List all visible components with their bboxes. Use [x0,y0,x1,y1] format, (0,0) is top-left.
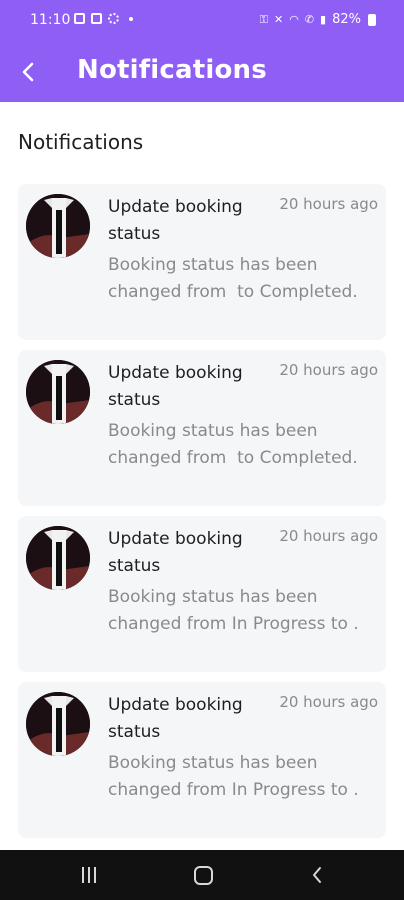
avatar-image [26,526,90,590]
avatar-image [26,194,90,258]
user-avatar [26,194,90,258]
mute-icon: ✕ [273,13,284,26]
page-title: Notifications [77,55,267,85]
call-icon: ✆ [304,13,315,26]
notification-time: 20 hours ago [279,693,378,711]
settings-icon [108,13,119,24]
notification-card[interactable]: Update booking status 20 hours ago Booki… [18,682,386,838]
notification-time: 20 hours ago [279,527,378,545]
status-notification-icons [74,13,133,24]
notification-card[interactable]: Update booking status 20 hours ago Booki… [18,184,386,340]
avatar-image [26,360,90,424]
notification-body: Booking status has been changed from to … [108,421,358,468]
status-time: 11:10 [30,12,71,28]
more-dot-icon [129,16,133,21]
gallery-icon [74,13,85,24]
notification-title: Update booking status [108,529,243,576]
user-avatar [26,692,90,756]
notification-title: Update booking status [108,197,243,244]
avatar-image [26,692,90,756]
wifi-icon: ◠ [289,13,299,26]
app-icon [91,13,102,24]
signal-icon: ▮ [320,13,327,26]
status-bar: 11:10 ⚿ ✕ ◠ ✆ ▮ 82% [0,0,404,42]
user-avatar [26,526,90,590]
notification-body: Booking status has been changed from In … [108,753,359,800]
notification-body: Booking status has been changed from to … [108,255,358,302]
back-arrow-icon [22,62,34,82]
notification-card[interactable]: Update booking status 20 hours ago Booki… [18,516,386,672]
recents-icon[interactable] [82,867,96,883]
battery-icon [368,13,376,26]
status-right-group: ⚿ ✕ ◠ ✆ ▮ 82% [260,12,376,27]
notification-title: Update booking status [108,363,243,410]
user-avatar [26,360,90,424]
notification-body: Booking status has been changed from In … [108,587,359,634]
key-icon: ⚿ [259,12,268,26]
notification-title: Update booking status [108,695,243,742]
home-icon[interactable] [194,866,213,885]
notification-time: 20 hours ago [279,195,378,213]
app-bar: Notifications [0,42,404,102]
battery-text: 82% [332,12,361,27]
notification-time: 20 hours ago [279,361,378,379]
back-icon[interactable] [311,866,323,884]
section-title: Notifications [18,130,144,154]
back-button[interactable] [12,52,44,92]
notification-card[interactable]: Update booking status 20 hours ago Booki… [18,350,386,506]
system-nav-bar [0,850,404,900]
